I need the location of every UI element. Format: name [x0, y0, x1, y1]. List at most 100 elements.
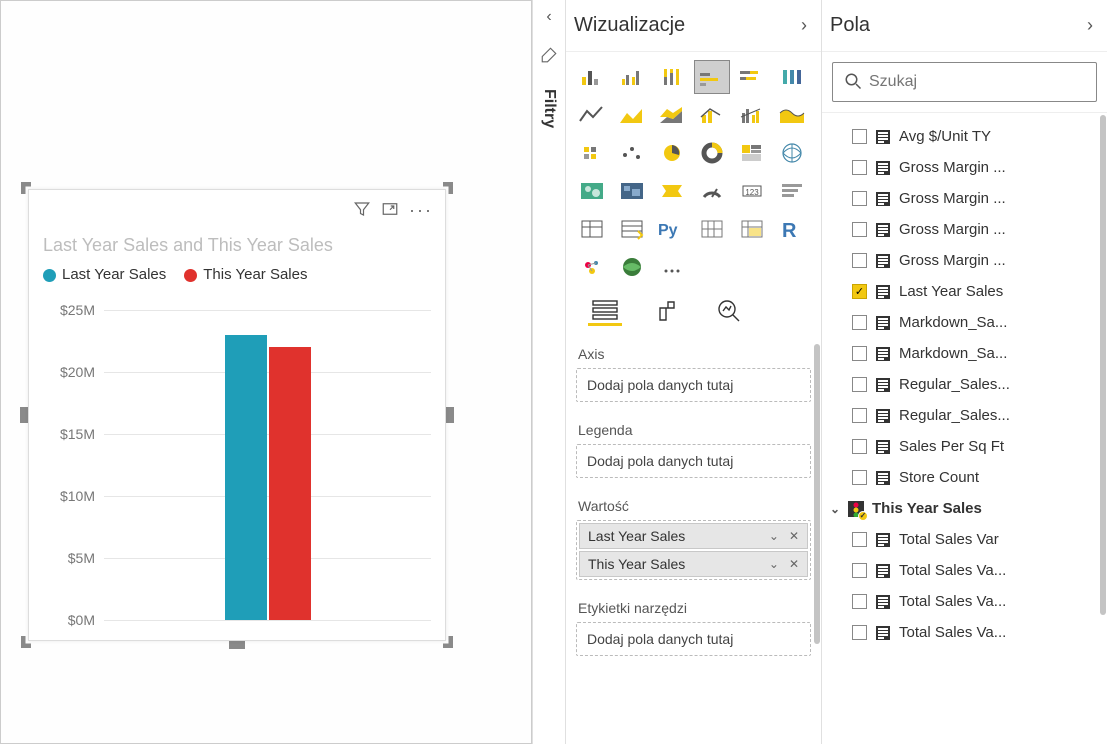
viz-type-11[interactable]	[774, 98, 810, 132]
field-checkbox[interactable]	[852, 470, 867, 485]
field-checkbox[interactable]	[852, 563, 867, 578]
filters-pane-collapsed[interactable]: ‹ Filtry	[532, 0, 566, 744]
report-canvas[interactable]: ··· Last Year Sales and This Year Sales …	[0, 0, 532, 744]
field-row[interactable]: Avg $/Unit TY	[822, 121, 1107, 152]
collapse-fields-icon[interactable]: ›	[1087, 15, 1093, 36]
field-row[interactable]: Gross Margin ...	[822, 245, 1107, 276]
field-row[interactable]: Total Sales Va...	[822, 617, 1107, 648]
eraser-icon[interactable]	[540, 46, 558, 69]
expand-filters-icon[interactable]: ‹	[546, 8, 551, 26]
viz-type-20[interactable]	[654, 174, 690, 208]
viz-type-4[interactable]	[734, 60, 770, 94]
axis-well[interactable]: Dodaj pola danych tutaj	[576, 368, 811, 402]
visual-container[interactable]: ··· Last Year Sales and This Year Sales …	[23, 184, 451, 646]
field-row[interactable]: ✓Last Year Sales	[822, 276, 1107, 307]
field-row[interactable]: Markdown_Sa...	[822, 307, 1107, 338]
legend-well[interactable]: Dodaj pola danych tutaj	[576, 444, 811, 478]
field-checkbox[interactable]	[852, 408, 867, 423]
viz-type-22[interactable]: 123	[734, 174, 770, 208]
more-options-icon[interactable]: ···	[409, 200, 433, 223]
value-pill-1[interactable]: This Year Sales⌄✕	[579, 551, 808, 577]
viz-type-17[interactable]	[774, 136, 810, 170]
fields-search-input[interactable]	[832, 62, 1097, 102]
viz-type-32[interactable]	[654, 250, 690, 284]
field-checkbox[interactable]	[852, 253, 867, 268]
field-row[interactable]: Markdown_Sa...	[822, 338, 1107, 369]
viz-type-5[interactable]	[774, 60, 810, 94]
field-checkbox[interactable]	[852, 625, 867, 640]
viz-type-31[interactable]	[614, 250, 650, 284]
field-checkbox[interactable]	[852, 222, 867, 237]
viz-type-21[interactable]	[694, 174, 730, 208]
bar-1[interactable]	[269, 347, 311, 620]
field-checkbox[interactable]	[852, 377, 867, 392]
collapse-viz-icon[interactable]: ›	[801, 15, 807, 36]
viz-type-3[interactable]	[694, 60, 730, 94]
field-checkbox[interactable]	[852, 129, 867, 144]
field-checkbox[interactable]	[852, 160, 867, 175]
fields-scrollbar[interactable]	[1099, 115, 1107, 744]
bar-0[interactable]	[225, 335, 267, 620]
format-tab[interactable]	[650, 296, 684, 326]
field-checkbox[interactable]	[852, 346, 867, 361]
tooltip-well[interactable]: Dodaj pola danych tutaj	[576, 622, 811, 656]
viz-type-25[interactable]	[614, 212, 650, 246]
chart-visual[interactable]: ··· Last Year Sales and This Year Sales …	[28, 189, 446, 641]
field-checkbox[interactable]: ✓	[852, 284, 867, 299]
viz-type-8[interactable]	[654, 98, 690, 132]
field-row[interactable]: Sales Per Sq Ft	[822, 431, 1107, 462]
expand-icon[interactable]: ⌄	[830, 502, 840, 516]
field-checkbox[interactable]	[852, 594, 867, 609]
field-row[interactable]: Total Sales Var	[822, 524, 1107, 555]
value-well[interactable]: Last Year Sales⌄✕This Year Sales⌄✕	[576, 520, 811, 580]
viz-type-15[interactable]	[694, 136, 730, 170]
viz-type-28[interactable]	[734, 212, 770, 246]
viz-type-10[interactable]	[734, 98, 770, 132]
viz-type-16[interactable]	[734, 136, 770, 170]
field-row[interactable]: Regular_Sales...	[822, 400, 1107, 431]
field-label: Regular_Sales...	[899, 407, 1010, 424]
field-row[interactable]: Store Count	[822, 462, 1107, 493]
field-row[interactable]: Total Sales Va...	[822, 555, 1107, 586]
viz-type-14[interactable]	[654, 136, 690, 170]
field-row[interactable]: Gross Margin ...	[822, 183, 1107, 214]
viz-type-27[interactable]	[694, 212, 730, 246]
analytics-tab[interactable]	[712, 296, 746, 326]
field-checkbox[interactable]	[852, 191, 867, 206]
focus-mode-icon[interactable]	[381, 200, 399, 223]
viz-type-24[interactable]	[574, 212, 610, 246]
viz-type-23[interactable]	[774, 174, 810, 208]
field-row[interactable]: Gross Margin ...	[822, 214, 1107, 245]
viz-type-13[interactable]	[614, 136, 650, 170]
calculator-icon	[875, 470, 891, 486]
field-checkbox[interactable]	[852, 315, 867, 330]
viz-type-26[interactable]: Py	[654, 212, 690, 246]
viz-type-29[interactable]: R	[774, 212, 810, 246]
value-pill-0[interactable]: Last Year Sales⌄✕	[579, 523, 808, 549]
chevron-down-icon[interactable]: ⌄	[769, 557, 779, 571]
field-row[interactable]: Regular_Sales...	[822, 369, 1107, 400]
viz-type-18[interactable]	[574, 174, 610, 208]
remove-icon[interactable]: ✕	[789, 557, 799, 571]
legend-item-0: Last Year Sales	[62, 266, 166, 283]
field-row[interactable]: ⌄✓This Year Sales	[822, 493, 1107, 524]
viz-type-19[interactable]	[614, 174, 650, 208]
field-checkbox[interactable]	[852, 439, 867, 454]
viz-type-6[interactable]	[574, 98, 610, 132]
viz-type-30[interactable]	[574, 250, 610, 284]
field-row[interactable]: Gross Margin ...	[822, 152, 1107, 183]
viz-type-12[interactable]	[574, 136, 610, 170]
viz-type-0[interactable]	[574, 60, 610, 94]
remove-icon[interactable]: ✕	[789, 529, 799, 543]
chevron-down-icon[interactable]: ⌄	[769, 529, 779, 543]
viz-type-9[interactable]	[694, 98, 730, 132]
fields-tab[interactable]	[588, 296, 622, 326]
fields-header: Pola ›	[822, 0, 1107, 52]
field-row[interactable]: Total Sales Va...	[822, 586, 1107, 617]
field-checkbox[interactable]	[852, 532, 867, 547]
viz-scrollbar[interactable]	[813, 272, 821, 744]
viz-type-2[interactable]	[654, 60, 690, 94]
viz-type-7[interactable]	[614, 98, 650, 132]
filter-icon[interactable]	[353, 200, 371, 223]
viz-type-1[interactable]	[614, 60, 650, 94]
